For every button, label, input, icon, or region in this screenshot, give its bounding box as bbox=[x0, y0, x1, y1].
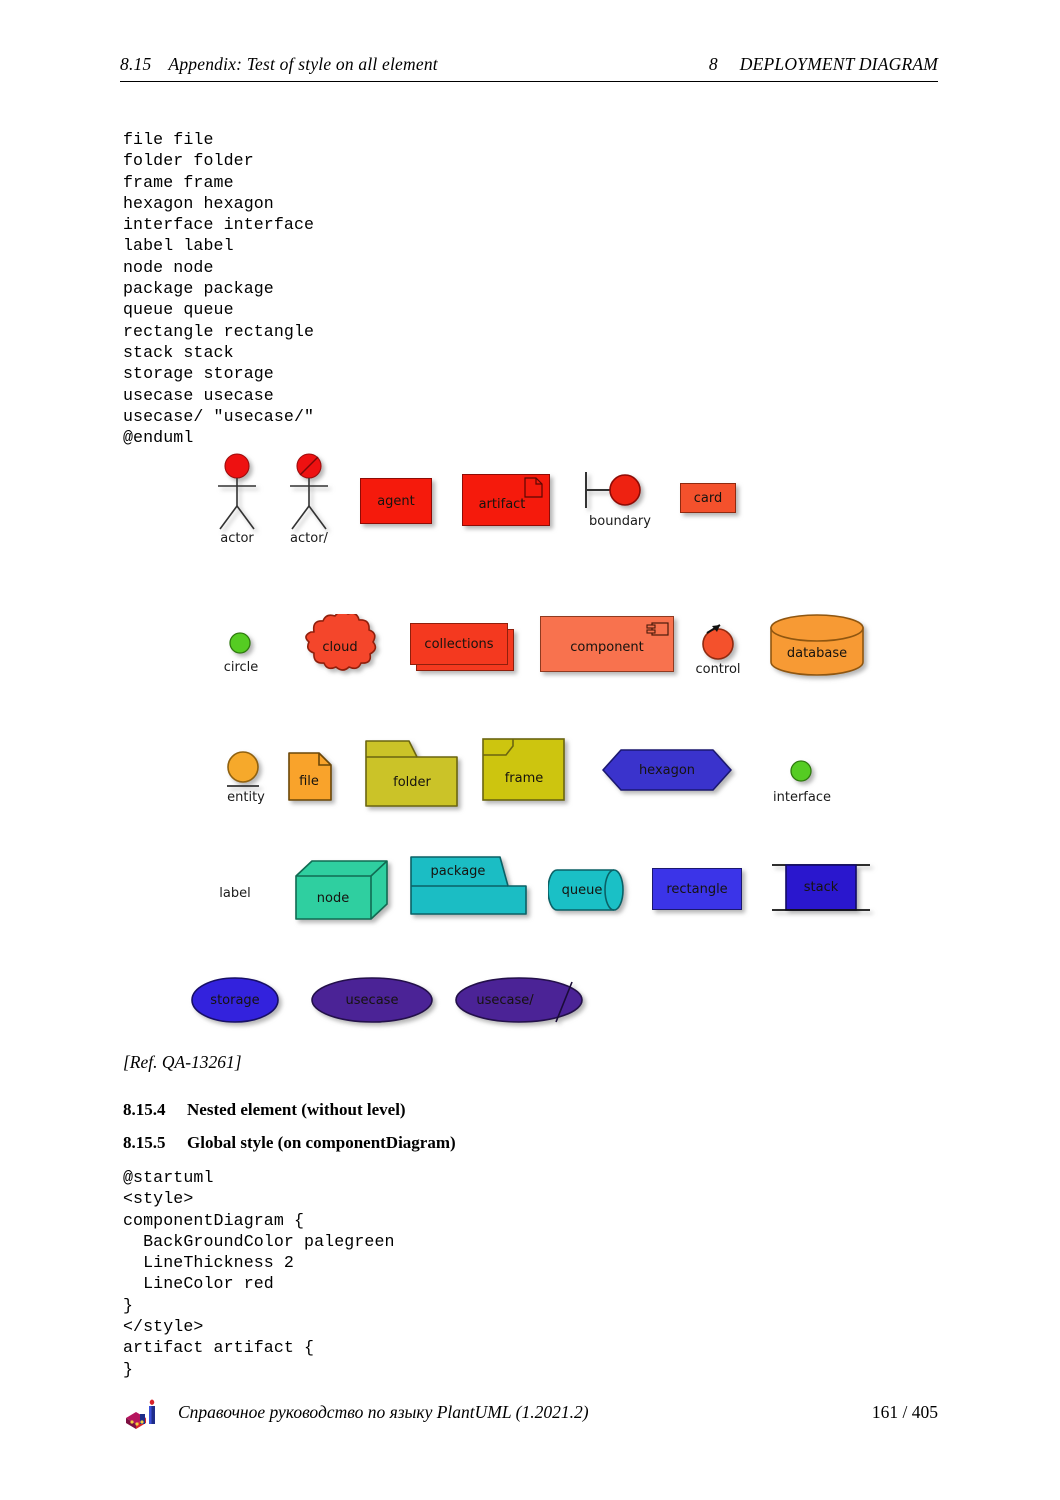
diagram-node-actor-slash: actor/ bbox=[278, 453, 340, 551]
code-block-bottom: @startuml <style> componentDiagram { Bac… bbox=[123, 1168, 395, 1379]
code-block-top: file file folder folder frame frame hexa… bbox=[123, 130, 315, 448]
section-title: Global style (on componentDiagram) bbox=[187, 1133, 456, 1152]
header-chapter-title: DEPLOYMENT DIAGRAM bbox=[739, 54, 938, 74]
footer-title: Справочное руководство по языку PlantUML… bbox=[178, 1402, 589, 1422]
entity-icon bbox=[227, 751, 259, 787]
control-icon bbox=[702, 624, 734, 660]
diagram-node-entity: entity bbox=[218, 748, 274, 816]
agent-rect bbox=[360, 478, 432, 524]
circle-icon bbox=[229, 632, 251, 654]
usecase-ellipse-icon bbox=[311, 977, 433, 1023]
cloud-icon bbox=[305, 611, 377, 671]
card-rect bbox=[680, 483, 736, 513]
diagram-node-folder: folder bbox=[365, 740, 465, 812]
component-stereotype-icon bbox=[646, 622, 669, 636]
document-page: 8.15 Appendix: Test of style on all elem… bbox=[0, 0, 1060, 1500]
frame-icon bbox=[482, 738, 565, 801]
folder-icon bbox=[365, 740, 458, 807]
actor-slash-icon bbox=[290, 453, 328, 530]
header-section-number: 8.15 bbox=[120, 54, 152, 74]
diagram-node-actor: actor bbox=[206, 453, 268, 551]
header-section-title: Appendix: Test of style on all element bbox=[168, 54, 438, 74]
diagram-node-boundary: boundary bbox=[580, 468, 660, 548]
section-number: 8.15.5 bbox=[123, 1133, 166, 1152]
queue-cylinder-icon bbox=[547, 869, 624, 911]
caption-actor: actor bbox=[220, 531, 254, 546]
section-heading-8-15-5: 8.15.5 Global style (on componentDiagram) bbox=[123, 1133, 456, 1153]
rectangle-rect bbox=[652, 868, 742, 910]
diagram-node-queue: queue bbox=[547, 868, 632, 920]
section-number: 8.15.4 bbox=[123, 1100, 166, 1119]
diagram-node-cloud: cloud bbox=[294, 611, 390, 684]
caption-control: control bbox=[695, 662, 741, 677]
section-title: Nested element (without level) bbox=[187, 1100, 406, 1119]
diagram-node-frame: frame bbox=[482, 738, 570, 806]
caption-entity: entity bbox=[227, 790, 265, 805]
reference-note: [Ref. QA-13261] bbox=[123, 1052, 242, 1072]
caption-label: label bbox=[219, 886, 251, 901]
file-icon bbox=[288, 752, 332, 801]
usecase-slash-ellipse-icon bbox=[455, 977, 583, 1023]
diagram-node-circle: circle bbox=[218, 630, 264, 684]
caption-boundary: boundary bbox=[589, 514, 651, 529]
storage-ellipse-icon bbox=[191, 977, 279, 1023]
diagram-node-artifact: artifact bbox=[462, 474, 554, 530]
interface-circle-icon bbox=[790, 760, 812, 782]
header-divider bbox=[120, 81, 938, 83]
collections-front-rect bbox=[410, 623, 508, 665]
running-header: 8.15 Appendix: Test of style on all elem… bbox=[120, 54, 938, 84]
hexagon-icon bbox=[602, 749, 732, 791]
diagram-node-package: package bbox=[410, 856, 532, 922]
diagram-node-interface: interface bbox=[768, 758, 836, 814]
diagram-node-usecase-slash: usecase/ bbox=[454, 976, 590, 1028]
actor-icon bbox=[218, 453, 256, 530]
plantuml-logo-icon bbox=[126, 1399, 155, 1429]
package-icon bbox=[410, 856, 527, 915]
diagram-node-collections: collections bbox=[410, 623, 520, 679]
node-3d-box-icon bbox=[295, 860, 388, 920]
artifact-page-icon bbox=[524, 477, 543, 498]
diagram-node-agent: agent bbox=[360, 478, 432, 526]
header-chapter-number: 8 bbox=[708, 54, 718, 74]
diagram-node-hexagon: hexagon bbox=[602, 748, 738, 798]
diagram-node-storage: storage bbox=[190, 976, 286, 1028]
database-cylinder-icon bbox=[770, 614, 864, 676]
diagram-node-file: file bbox=[288, 752, 338, 806]
page-footer: Справочное руководство по языку PlantUML… bbox=[120, 1398, 938, 1438]
diagram-node-component: component bbox=[540, 616, 680, 678]
uml-element-style-diagram: actor actor/ agent artifact boundary car… bbox=[120, 448, 940, 1048]
diagram-node-card: card bbox=[680, 483, 740, 523]
diagram-node-node: node bbox=[295, 860, 393, 926]
caption-interface: interface bbox=[773, 790, 831, 805]
diagram-node-database: database bbox=[768, 614, 872, 680]
diagram-node-rectangle: rectangle bbox=[652, 868, 748, 916]
caption-circle: circle bbox=[223, 660, 259, 675]
diagram-node-usecase: usecase bbox=[310, 976, 440, 1028]
footer-page-number: 161 / 405 bbox=[871, 1402, 938, 1422]
section-heading-8-15-4: 8.15.4 Nested element (without level) bbox=[123, 1100, 406, 1120]
boundary-icon bbox=[585, 472, 641, 508]
stack-icon bbox=[772, 864, 870, 911]
caption-actor-slash: actor/ bbox=[290, 531, 328, 546]
diagram-node-label: label bbox=[200, 880, 270, 910]
diagram-node-stack: stack bbox=[770, 860, 876, 922]
diagram-node-control: control bbox=[690, 616, 752, 686]
